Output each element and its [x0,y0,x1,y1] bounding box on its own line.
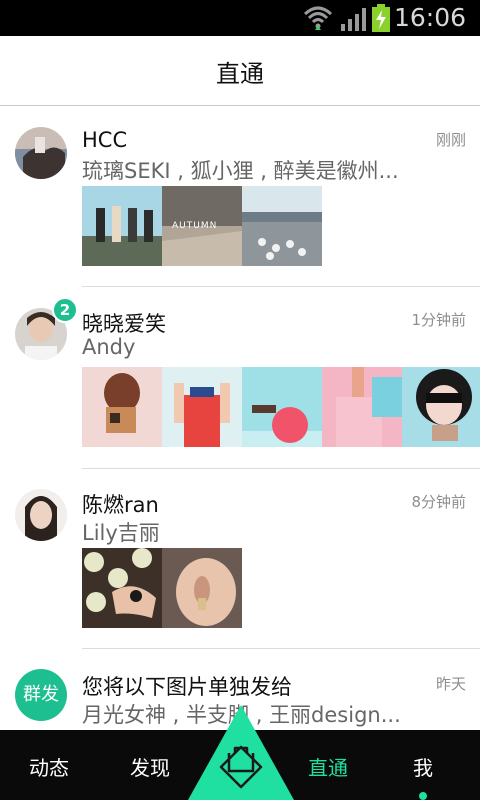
list-item[interactable]: 陈燃ran 8分钟前 Lily吉丽 [0,469,480,649]
header: 直通 [0,36,480,106]
contact-name: 您将以下图片单独发给 [82,675,292,699]
message-preview: Lily吉丽 [82,521,160,545]
photo-thumbnail[interactable] [242,186,322,266]
timestamp: 8分钟前 [411,493,466,511]
wifi-icon [303,6,333,30]
timestamp: 1分钟前 [411,311,466,329]
photo-thumbnail[interactable] [162,367,242,447]
photo-strip: AUTUMN [82,186,322,266]
battery-charging-icon [372,4,390,32]
avatar-image [15,489,67,541]
active-indicator-dot [419,792,427,800]
photo-thumbnail[interactable] [322,367,402,447]
photo-thumbnail[interactable] [242,367,322,447]
nav-item-feed[interactable]: 动态 [29,752,69,781]
photo-thumbnail[interactable] [82,186,162,266]
unread-badge: 2 [52,297,78,323]
photo-strip [82,548,242,628]
nav-item-discover[interactable]: 发现 [130,752,170,781]
avatar-image [15,127,67,179]
photo-thumbnail[interactable] [162,548,242,628]
status-time: 16:06 [393,3,466,32]
photo-thumbnail[interactable] [82,367,162,447]
photo-strip [82,367,480,447]
list-item[interactable]: 2 晓晓爱笑 1分钟前 Andy [0,287,480,469]
photo-thumbnail[interactable] [402,367,480,447]
nav-item-me[interactable]: 我 [413,752,433,781]
svg-text:AUTUMN: AUTUMN [172,221,217,231]
photo-thumbnail[interactable]: AUTUMN [162,186,242,266]
contact-name: HCC [82,128,128,152]
status-bar: 16:06 [0,0,480,36]
signal-icon [341,8,366,31]
avatar[interactable] [15,489,67,541]
timestamp: 刚刚 [435,131,466,149]
page-title: 直通 [216,60,264,88]
message-preview: 琉璃SEKI , 狐小狸 , 醉美是徽州... [82,159,399,183]
group-send-avatar[interactable]: 群发 [15,669,67,721]
message-preview: Andy [82,335,136,359]
message-list[interactable]: HCC 刚刚 琉璃SEKI , 狐小狸 , 醉美是徽州... AUTUMN 2 … [0,107,480,730]
nav-item-direct[interactable]: 直通 [308,752,348,781]
list-item[interactable]: HCC 刚刚 琉璃SEKI , 狐小狸 , 醉美是徽州... AUTUMN [0,107,480,287]
camera-button[interactable] [188,705,294,800]
timestamp: 昨天 [435,675,466,693]
avatar[interactable] [15,127,67,179]
photo-thumbnail[interactable] [82,548,162,628]
contact-name: 陈燃ran [82,493,159,517]
contact-name: 晓晓爱笑 [82,312,166,336]
